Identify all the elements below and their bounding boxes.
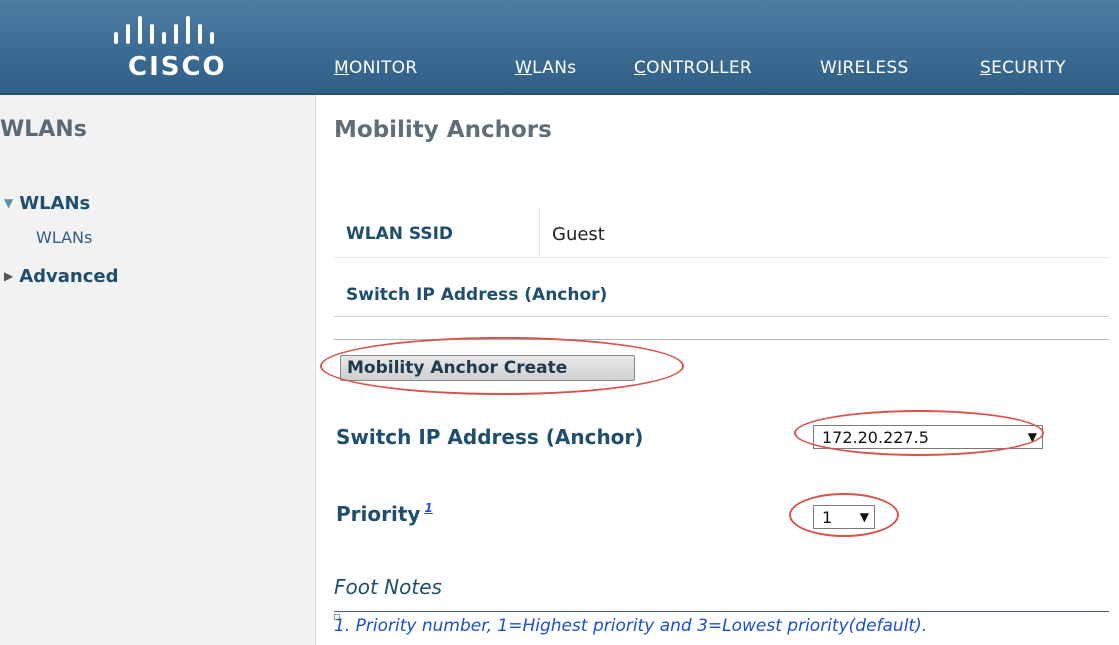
- wlan-ssid-row: WLAN SSID Guest: [334, 207, 1109, 258]
- priority-label: Priority: [336, 502, 421, 526]
- switch-ip-label: Switch IP Address (Anchor): [336, 425, 644, 449]
- foot-note-1: 1. Priority number, 1=Highest priority a…: [334, 616, 928, 636]
- sidebar-group-label: Advanced: [19, 266, 119, 287]
- sidebar-group-advanced[interactable]: ▶ Advanced: [4, 266, 119, 287]
- nav-wireless[interactable]: WIRELESS: [820, 58, 909, 78]
- foot-notes-title: Foot Notes: [334, 575, 442, 599]
- sidebar-item-wlans[interactable]: WLANs: [36, 228, 92, 247]
- wlan-ssid-label: WLAN SSID: [346, 224, 454, 244]
- sidebar-group-label: WLANs: [19, 193, 91, 214]
- nav-monitor[interactable]: MONITOR: [334, 58, 417, 78]
- priority-footnote-link[interactable]: 1: [424, 501, 432, 515]
- nav-security[interactable]: SECURITY: [980, 58, 1066, 78]
- priority-select[interactable]: 1 ▼: [813, 505, 875, 529]
- column-divider: [539, 207, 540, 257]
- wlan-ssid-value: Guest: [552, 224, 605, 245]
- dropdown-arrow-icon: ▼: [859, 510, 869, 524]
- switch-ip-selected-value: 172.20.227.5: [822, 428, 929, 447]
- main-content: Mobility Anchors WLAN SSID Guest Switch …: [316, 95, 1119, 645]
- switch-ip-select[interactable]: 172.20.227.5 ▼: [813, 425, 1043, 449]
- nav-wlans[interactable]: WLANs: [515, 58, 576, 78]
- sidebar-title: WLANs: [0, 117, 87, 142]
- expanded-triangle-icon: ▼: [4, 196, 14, 210]
- collapsed-triangle-icon: ▶: [4, 269, 14, 283]
- mobility-anchor-create-button[interactable]: Mobility Anchor Create: [340, 355, 635, 381]
- priority-label-wrap: Priority 1: [336, 501, 433, 526]
- section-divider: [334, 339, 1109, 340]
- sidebar-group-wlans[interactable]: ▼ WLANs: [4, 193, 90, 214]
- anchor-column-header: Switch IP Address (Anchor): [346, 285, 608, 305]
- nav-controller[interactable]: CONTROLLER: [634, 58, 752, 78]
- dropdown-arrow-icon: ▼: [1027, 430, 1037, 444]
- page-title: Mobility Anchors: [334, 117, 552, 143]
- main-nav: MONITOR WLANs CONTROLLER WIRELESS SECURI…: [0, 58, 1119, 88]
- top-header: CISCO MONITOR WLANs CONTROLLER WIRELESS …: [0, 0, 1119, 95]
- priority-selected-value: 1: [822, 508, 833, 527]
- sidebar: WLANs ▼ WLANs WLANs ▶ Advanced: [0, 95, 316, 645]
- foot-notes-divider: [334, 611, 1109, 612]
- cisco-bars-icon: [114, 16, 214, 44]
- anchor-table-header: Switch IP Address (Anchor): [334, 258, 1109, 317]
